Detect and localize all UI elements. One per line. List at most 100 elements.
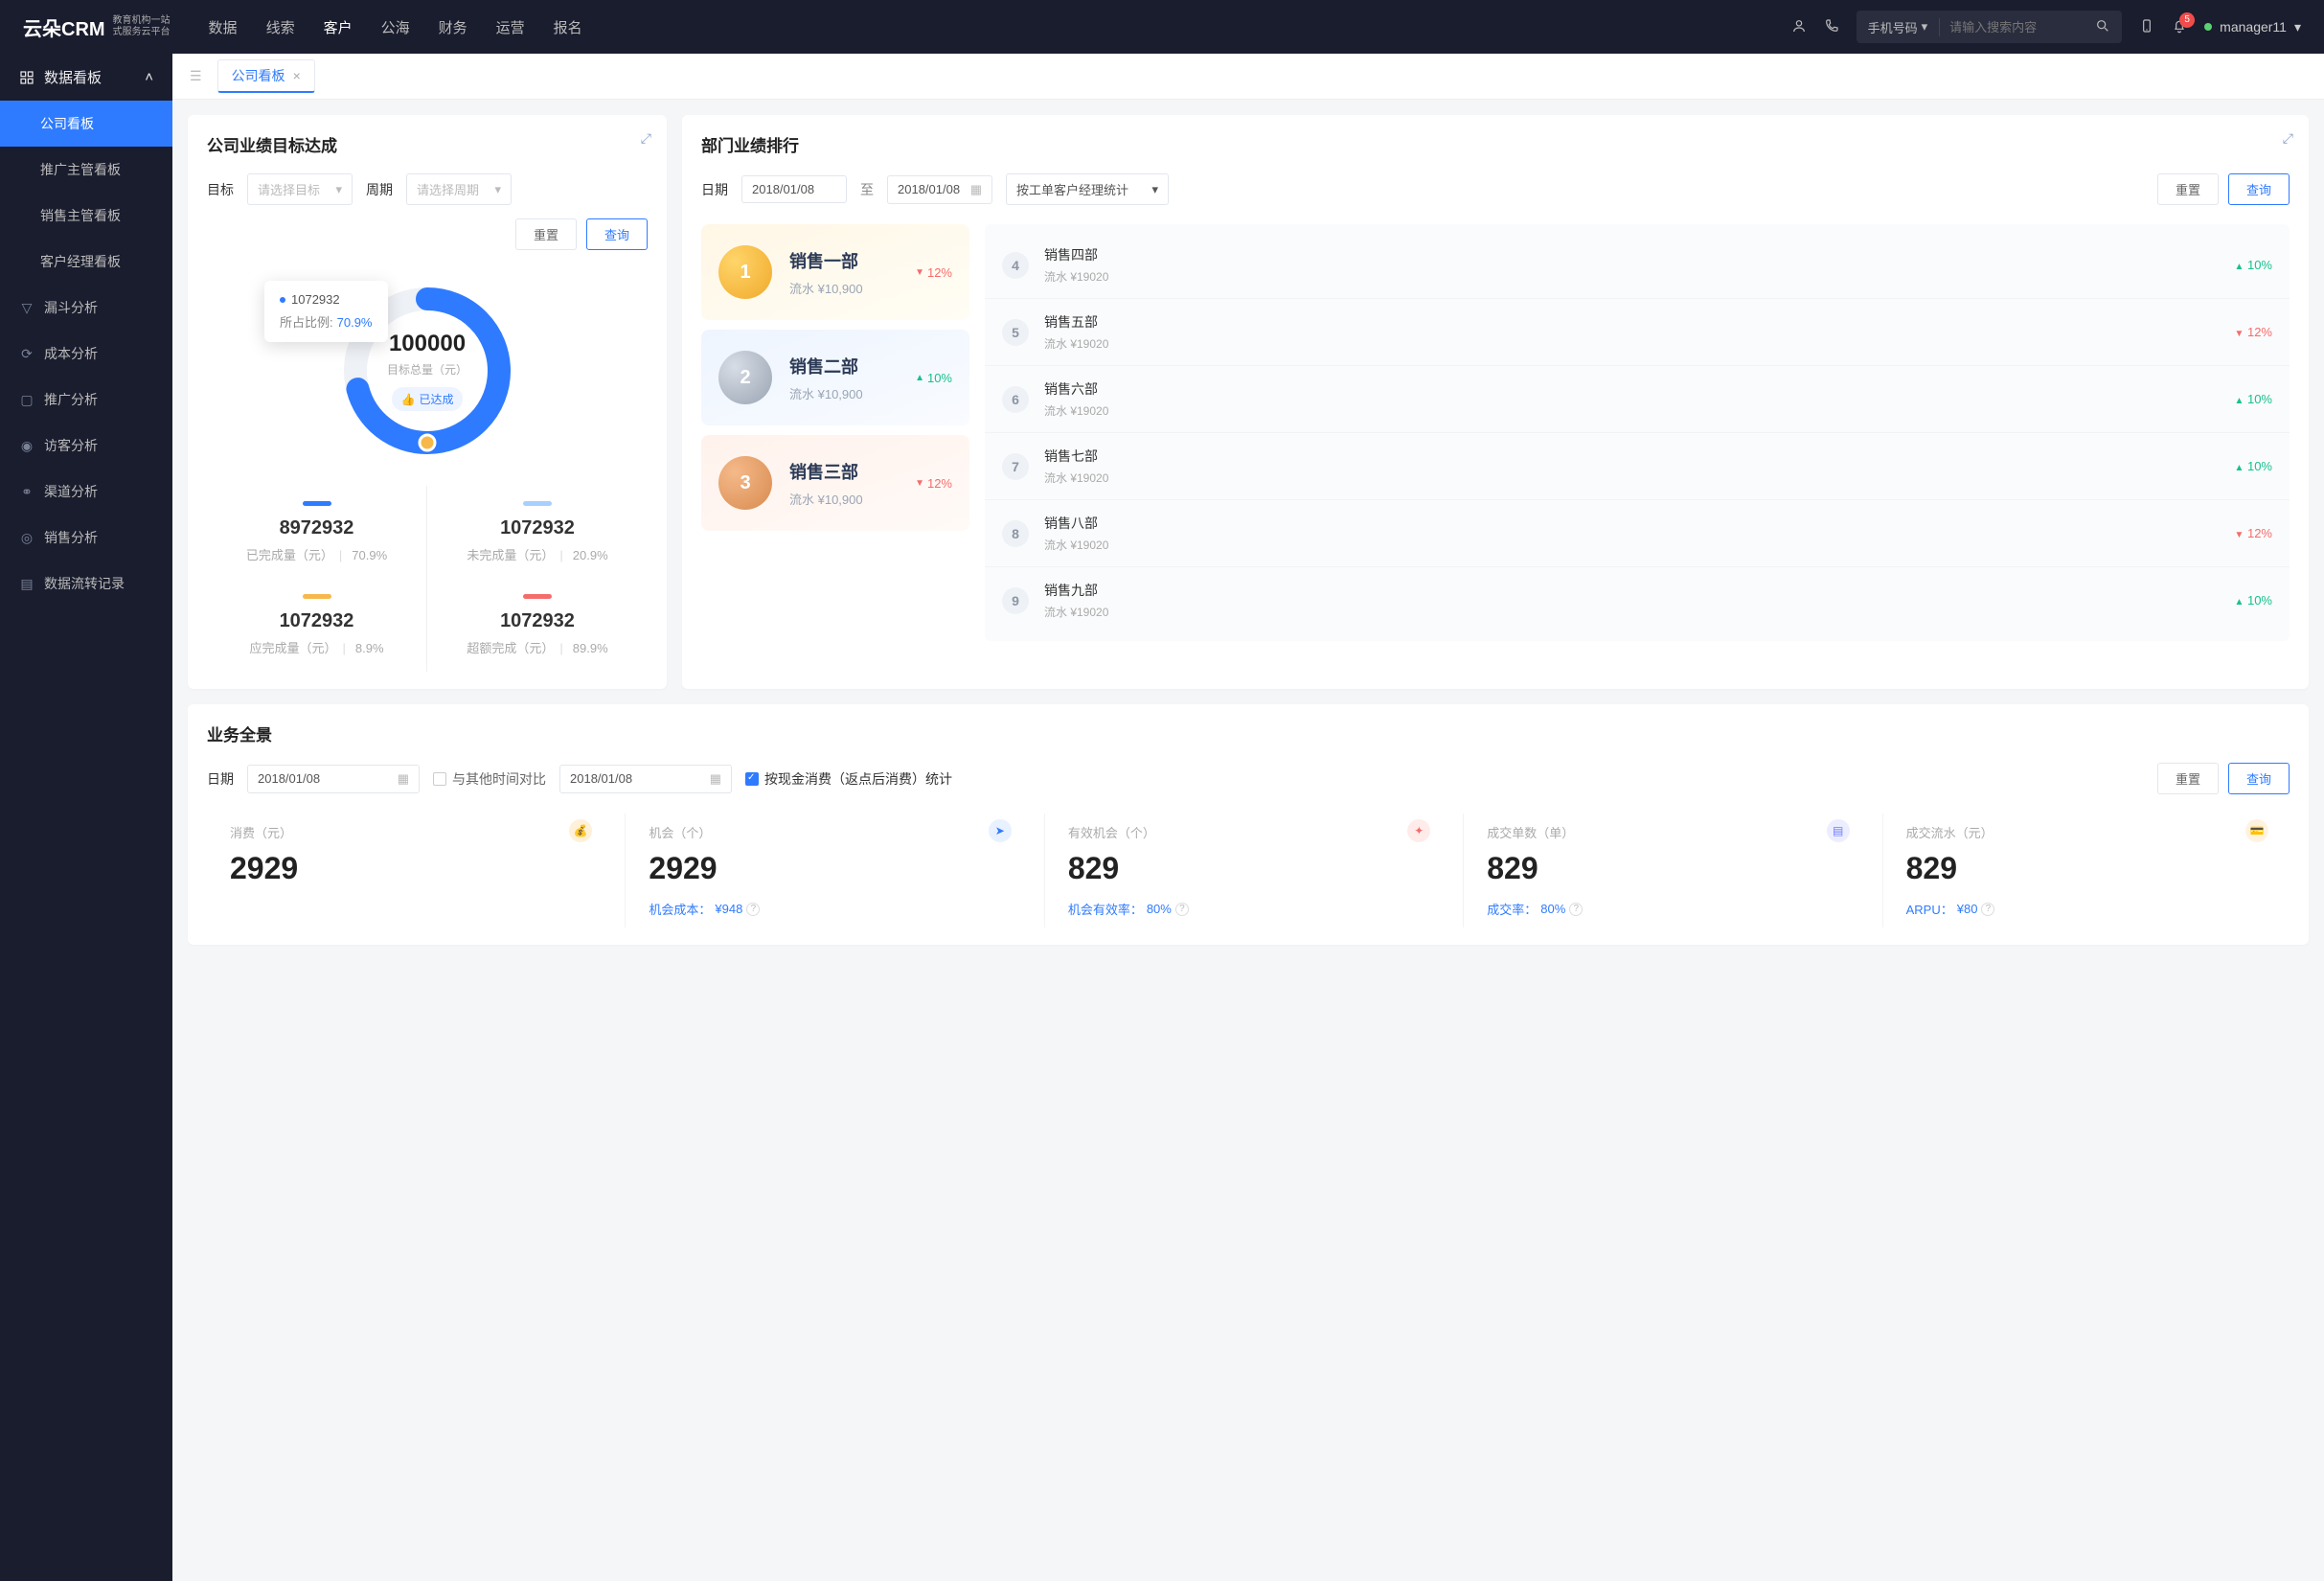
phone-icon[interactable]	[1824, 18, 1839, 36]
search-type-select[interactable]: 手机号码▾	[1857, 18, 1941, 36]
top-menu-item[interactable]: 报名	[554, 17, 582, 37]
expand-icon[interactable]: ⤢	[2283, 130, 2293, 147]
sidebar: 数据看板 ˄ 公司看板推广主管看板销售主管看板客户经理看板 ▽漏斗分析⟳成本分析…	[0, 54, 172, 1581]
rank-groupby-select[interactable]: 按工单客户经理统计▾	[1006, 173, 1169, 205]
device-icon[interactable]	[2139, 18, 2154, 36]
top-menu-item[interactable]: 公海	[381, 17, 410, 37]
donut-badge: 👍已达成	[392, 387, 464, 411]
panorama-cell: 消费（元）💰2929	[207, 813, 613, 928]
sidebar-item[interactable]: 推广主管看板	[0, 147, 172, 193]
rank-card[interactable]: 3销售三部流水 ¥10,900▼12%	[701, 435, 969, 531]
sidebar-group: 数据看板 ˄ 公司看板推广主管看板销售主管看板客户经理看板	[0, 54, 172, 285]
donut-total: 100000	[389, 331, 466, 357]
rank-date-to[interactable]: 2018/01/08▦	[887, 175, 992, 204]
rank-row[interactable]: 5销售五部流水 ¥19020▼ 12%	[985, 298, 2290, 365]
panorama-cell: 有效机会（个）✦829机会有效率：80%?	[1044, 813, 1451, 928]
medal-icon: 3	[718, 456, 772, 510]
logo-mark: 云朵CRM	[23, 13, 105, 41]
sidebar-item[interactable]: 销售主管看板	[0, 193, 172, 239]
sidebar-item[interactable]: ◉访客分析	[0, 423, 172, 469]
search-input[interactable]	[1940, 20, 2084, 34]
sidebar-group-header[interactable]: 数据看板 ˄	[0, 54, 172, 101]
logo[interactable]: 云朵CRM 教育机构一站 式服务云平台	[23, 13, 171, 41]
rank-query-button[interactable]: 查询	[2228, 173, 2290, 205]
expand-icon[interactable]: ⤢	[641, 130, 651, 147]
stat-checkbox-wrap[interactable]: 按现金消费（返点后消费）统计	[745, 769, 952, 789]
panorama-cell: 机会（个）➤2929机会成本：¥948?	[625, 813, 1032, 928]
sidebar-item[interactable]: 客户经理看板	[0, 239, 172, 285]
top-menu: 数据 线索 客户 公海 财务 运营 报名	[209, 17, 582, 37]
chevron-down-icon: ▾	[2294, 19, 2301, 35]
help-icon[interactable]: ?	[746, 903, 760, 916]
card-goal: ⤢ 公司业绩目标达成 目标 请选择目标▾ 周期 请选择周期▾ 重置 查询	[188, 115, 667, 689]
rank-row[interactable]: 6销售六部流水 ¥19020▲ 10%	[985, 365, 2290, 432]
tab-close-icon[interactable]: ×	[293, 68, 301, 83]
stat-cell: 8972932已完成量（元）|70.9%	[207, 486, 427, 579]
goal-reset-button[interactable]: 重置	[515, 218, 577, 250]
rank-row[interactable]: 8销售八部流水 ¥19020▼ 12%	[985, 499, 2290, 566]
rank-row[interactable]: 9销售九部流水 ¥19020▲ 10%	[985, 566, 2290, 633]
top-menu-item[interactable]: 运营	[496, 17, 525, 37]
rank-row[interactable]: 4销售四部流水 ¥19020▲ 10%	[985, 232, 2290, 298]
compare-checkbox[interactable]	[433, 772, 446, 786]
sidebar-item[interactable]: ▤数据流转记录	[0, 561, 172, 607]
rank-card[interactable]: 1销售一部流水 ¥10,900▼12%	[701, 224, 969, 320]
tabs-menu-icon[interactable]: ☰	[184, 62, 208, 90]
sidebar-item[interactable]: ⚭渠道分析	[0, 469, 172, 515]
compare-checkbox-wrap[interactable]: 与其他时间对比	[433, 769, 546, 789]
pan-reset-button[interactable]: 重置	[2157, 763, 2219, 794]
target-select[interactable]: 请选择目标▾	[247, 173, 353, 205]
help-icon[interactable]: ?	[1569, 903, 1583, 916]
rank-number: 7	[1002, 453, 1029, 480]
sidebar-item[interactable]: ◎销售分析	[0, 515, 172, 561]
rank-number: 8	[1002, 520, 1029, 547]
top-menu-item[interactable]: 线索	[266, 17, 295, 37]
rank-row[interactable]: 7销售七部流水 ¥19020▲ 10%	[985, 432, 2290, 499]
top-menu-item[interactable]: 数据	[209, 17, 238, 37]
card-rank-title: 部门业绩排行	[701, 132, 2290, 156]
stat-checkbox[interactable]	[745, 772, 759, 786]
pan-query-button[interactable]: 查询	[2228, 763, 2290, 794]
username: manager11	[2220, 19, 2287, 34]
search-icon[interactable]	[2084, 18, 2122, 36]
sidebar-item[interactable]: ⟳成本分析	[0, 331, 172, 377]
sidebar-icon: ◉	[19, 438, 34, 454]
status-dot	[2204, 23, 2212, 31]
rank-card[interactable]: 2销售二部流水 ¥10,900▲10%	[701, 330, 969, 425]
metric-icon: ➤	[989, 819, 1012, 842]
top-menu-item[interactable]: 客户	[324, 17, 353, 37]
rank-filters: 日期 2018/01/08 至 2018/01/08▦ 按工单客户经理统计▾ 重…	[701, 173, 2290, 205]
medal-icon: 2	[718, 351, 772, 404]
rank-number: 9	[1002, 587, 1029, 614]
sidebar-item[interactable]: 公司看板	[0, 101, 172, 147]
stat-cell: 1072932未完成量（元）|20.9%	[427, 486, 648, 579]
help-icon[interactable]: ?	[1981, 903, 1994, 916]
rank-reset-button[interactable]: 重置	[2157, 173, 2219, 205]
search-box: 手机号码▾	[1857, 11, 2123, 43]
pan-date1[interactable]: 2018/01/08▦	[247, 765, 420, 793]
stat-cell: 1072932应完成量（元）|8.9%	[207, 579, 427, 672]
sidebar-icon: ▤	[19, 576, 34, 592]
sidebar-item[interactable]: ▽漏斗分析	[0, 285, 172, 331]
bell-icon[interactable]: 5	[2172, 18, 2187, 36]
top-right: 手机号码▾ 5 manager11 ▾	[1791, 11, 2301, 43]
rank-number: 5	[1002, 319, 1029, 346]
tab-company-board[interactable]: 公司看板 ×	[217, 59, 315, 93]
rank-date-from[interactable]: 2018/01/08	[741, 175, 847, 203]
card-panorama-title: 业务全景	[207, 722, 2290, 745]
user-menu[interactable]: manager11 ▾	[2204, 19, 2301, 35]
main: ☰ 公司看板 × ⤢ 公司业绩目标达成 目标 请选择目标▾ 周期 请选择周期▾	[172, 54, 2324, 1581]
goal-filters: 目标 请选择目标▾ 周期 请选择周期▾ 重置 查询	[207, 173, 648, 250]
pan-date2[interactable]: 2018/01/08▦	[559, 765, 732, 793]
period-select[interactable]: 请选择周期▾	[406, 173, 512, 205]
goal-query-button[interactable]: 查询	[586, 218, 648, 250]
panorama-cell: 成交单数（单）▤829成交率：80%?	[1463, 813, 1870, 928]
sidebar-icon: ▢	[19, 392, 34, 408]
help-icon[interactable]: ?	[1175, 903, 1189, 916]
user-icon[interactable]	[1791, 18, 1807, 36]
sidebar-icon: ⟳	[19, 346, 34, 362]
sidebar-item[interactable]: ▢推广分析	[0, 377, 172, 423]
top-menu-item[interactable]: 财务	[439, 17, 467, 37]
stat-cell: 1072932超额完成（元）|89.9%	[427, 579, 648, 672]
metric-icon: ▤	[1827, 819, 1850, 842]
